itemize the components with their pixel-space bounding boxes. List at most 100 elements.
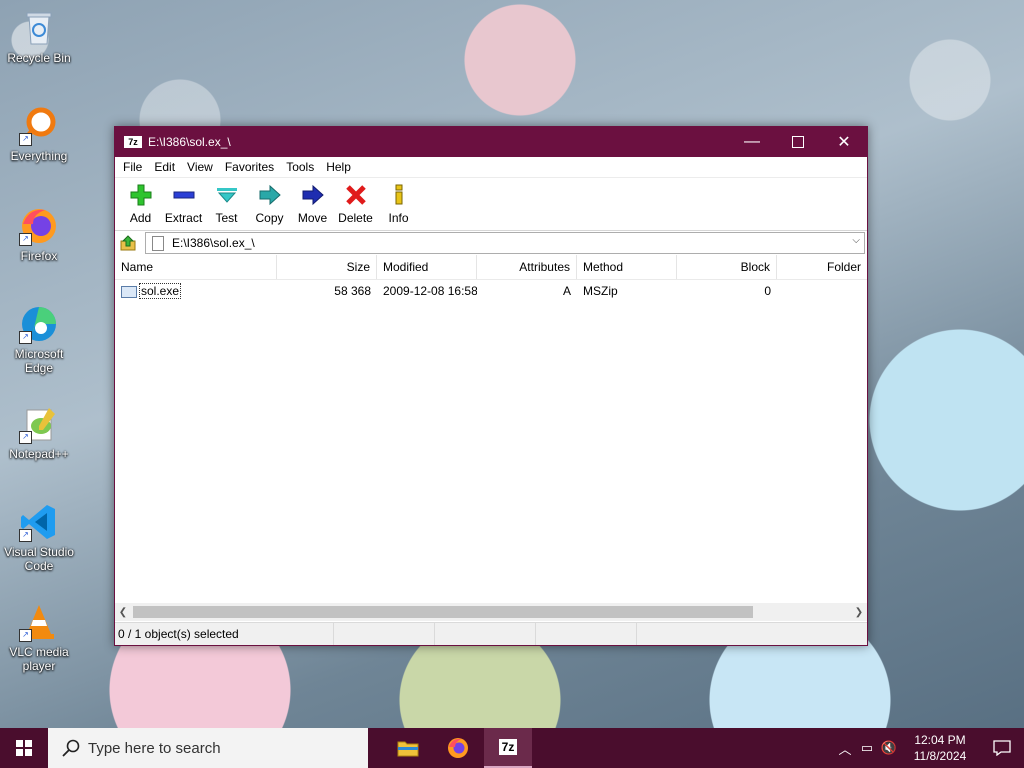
info-icon — [388, 184, 410, 206]
title-bar[interactable]: 7z E:\I386\sol.ex_\ — ✕ — [115, 127, 867, 157]
exe-file-icon — [121, 285, 137, 298]
document-icon — [152, 235, 164, 251]
window-title: E:\I386\sol.ex_\ — [148, 135, 231, 149]
status-cell-2 — [334, 623, 435, 645]
file-list[interactable]: Name Size Modified Attributes Method Blo… — [115, 255, 867, 603]
column-size[interactable]: Size — [277, 255, 377, 279]
desktop-icon-label: Everything — [10, 149, 68, 163]
add-button[interactable]: Add — [119, 178, 162, 230]
folder-icon — [397, 741, 419, 757]
file-folder — [777, 280, 867, 302]
desktop-icon-everything[interactable]: ↗ Everything — [4, 106, 74, 163]
path-text: E:\I386\sol.ex_\ — [172, 236, 255, 250]
scroll-thumb[interactable] — [133, 606, 753, 618]
minimize-button[interactable]: — — [729, 127, 775, 157]
column-method[interactable]: Method — [577, 255, 677, 279]
desktop-icon-microsoft-edge[interactable]: ↗ Microsoft Edge — [4, 304, 74, 375]
vscode-icon: ↗ — [19, 502, 59, 542]
scroll-right-icon[interactable]: ❯ — [851, 607, 867, 618]
desktop-icon-firefox[interactable]: ↗ Firefox — [4, 206, 74, 263]
taskbar-firefox[interactable] — [434, 728, 482, 768]
table-row[interactable]: sol.exe 58 368 2009-12-08 16:58 A MSZip … — [115, 280, 867, 302]
delete-x-icon — [345, 184, 367, 206]
status-bar: 0 / 1 object(s) selected — [115, 622, 867, 645]
menu-bar: File Edit View Favorites Tools Help — [115, 157, 867, 178]
sevenzip-window: 7z E:\I386\sol.ex_\ — ✕ File Edit View F… — [114, 126, 868, 646]
taskbar-search-box[interactable]: Type here to search — [48, 728, 368, 768]
minimize-icon: — — [744, 133, 760, 150]
menu-favorites[interactable]: Favorites — [219, 160, 280, 174]
search-placeholder: Type here to search — [88, 739, 221, 757]
sevenzip-icon: 7z — [498, 739, 518, 755]
chevron-up-icon[interactable]: ︿ — [834, 739, 856, 758]
column-attributes[interactable]: Attributes — [477, 255, 577, 279]
firefox-icon — [448, 738, 468, 758]
desktop-icon-notepadpp[interactable]: ↗ Notepad++ — [4, 404, 74, 461]
test-button[interactable]: Test — [205, 178, 248, 230]
delete-button[interactable]: Delete — [334, 178, 377, 230]
address-bar: E:\I386\sol.ex_\ ⌵ — [115, 231, 867, 256]
info-button[interactable]: Info — [377, 178, 420, 230]
notification-icon — [993, 740, 1011, 756]
search-icon — [62, 739, 80, 757]
column-name[interactable]: Name — [115, 255, 277, 279]
desktop-icon-vlc[interactable]: ↗ VLC media player — [4, 602, 74, 673]
recycle-bin-icon — [19, 8, 59, 48]
volume-muted-icon[interactable]: 🔇 — [878, 740, 900, 756]
maximize-button[interactable] — [775, 127, 821, 157]
file-method: MSZip — [583, 284, 618, 298]
taskbar-7zip[interactable]: 7z — [484, 728, 532, 768]
start-button[interactable] — [0, 728, 48, 768]
desktop-icon-label: Recycle Bin — [7, 51, 71, 65]
menu-view[interactable]: View — [181, 160, 219, 174]
scroll-left-icon[interactable]: ❮ — [115, 607, 131, 618]
notepadpp-icon: ↗ — [19, 404, 59, 444]
column-modified[interactable]: Modified — [377, 255, 477, 279]
file-name: sol.exe — [139, 283, 182, 299]
column-block[interactable]: Block — [677, 255, 777, 279]
menu-help[interactable]: Help — [320, 160, 357, 174]
status-cell-3 — [435, 623, 536, 645]
close-button[interactable]: ✕ — [821, 127, 867, 157]
desktop-icon-label: Firefox — [20, 249, 58, 263]
extract-button[interactable]: Extract — [162, 178, 205, 230]
check-down-icon — [216, 184, 238, 206]
path-input[interactable]: E:\I386\sol.ex_\ ⌵ — [145, 232, 865, 254]
close-icon: ✕ — [837, 134, 851, 151]
sevenzip-app-icon: 7z — [124, 136, 142, 148]
status-cell-4 — [536, 623, 637, 645]
chevron-down-icon[interactable]: ⌵ — [852, 235, 860, 246]
column-folder[interactable]: Folder — [777, 255, 867, 279]
list-header: Name Size Modified Attributes Method Blo… — [115, 255, 867, 280]
network-icon[interactable]: ▭ — [856, 740, 878, 756]
magnifier-icon: ↗ — [19, 106, 59, 146]
shortcut-arrow-icon: ↗ — [19, 133, 32, 146]
shortcut-arrow-icon: ↗ — [19, 431, 32, 444]
shortcut-arrow-icon: ↗ — [19, 233, 32, 246]
system-tray: ︿ ▭ 🔇 12:04 PM 11/8/2024 — [834, 728, 1024, 768]
shortcut-arrow-icon: ↗ — [19, 629, 32, 642]
taskbar-file-explorer[interactable] — [384, 728, 432, 768]
scroll-track[interactable] — [131, 606, 851, 618]
notification-button[interactable] — [980, 740, 1024, 756]
horizontal-scrollbar[interactable]: ❮ ❯ — [115, 603, 867, 621]
desktop-icon-vscode[interactable]: ↗ Visual Studio Code — [4, 502, 74, 573]
menu-edit[interactable]: Edit — [148, 160, 181, 174]
desktop-icon-label: Notepad++ — [9, 447, 69, 461]
copy-button[interactable]: Copy — [248, 178, 291, 230]
clock[interactable]: 12:04 PM 11/8/2024 — [900, 732, 980, 764]
copy-arrow-icon — [259, 184, 281, 206]
toolbar: Add Extract Test Copy Move Delete Info — [115, 178, 867, 231]
plus-icon — [130, 184, 152, 206]
up-folder-button[interactable] — [117, 232, 139, 254]
move-button[interactable]: Move — [291, 178, 334, 230]
desktop-icon-label: VLC media player — [9, 645, 69, 673]
desktop-icon-recycle-bin[interactable]: Recycle Bin — [4, 8, 74, 65]
file-block: 0 — [764, 284, 771, 298]
status-selection: 0 / 1 object(s) selected — [115, 623, 334, 645]
shortcut-arrow-icon: ↗ — [19, 331, 32, 344]
menu-tools[interactable]: Tools — [280, 160, 320, 174]
firefox-icon: ↗ — [19, 206, 59, 246]
menu-file[interactable]: File — [117, 160, 148, 174]
file-size: 58 368 — [334, 284, 371, 298]
